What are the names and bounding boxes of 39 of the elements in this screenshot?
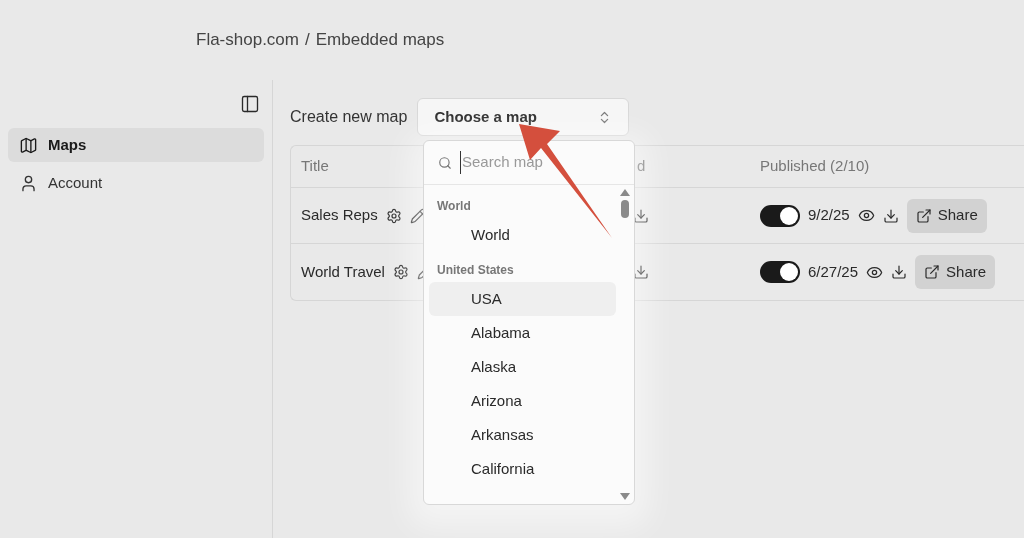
- column-header: Published (2/10): [760, 156, 870, 177]
- breadcrumb-link[interactable]: Fla-shop.com: [196, 27, 299, 53]
- pencil-icon[interactable]: [409, 207, 426, 224]
- settings-icon[interactable]: [392, 264, 409, 280]
- map-title: Sales Reps: [301, 205, 378, 226]
- group-label: World: [437, 198, 471, 215]
- create-map-label: Create new map: [290, 107, 408, 127]
- map-icon: [19, 135, 38, 155]
- sidebar-toggle-icon[interactable]: [240, 94, 260, 114]
- column-header: d: [637, 157, 646, 175]
- toggle-switch[interactable]: [760, 261, 800, 283]
- share-button[interactable]: Share: [906, 198, 987, 233]
- eye-icon[interactable]: [857, 207, 875, 224]
- sidebar-item[interactable]: Maps: [8, 128, 264, 162]
- settings-icon[interactable]: [385, 207, 402, 224]
- group-label: United States: [437, 262, 514, 279]
- map-option[interactable]: California: [429, 452, 616, 486]
- map-option[interactable]: Arkansas: [429, 418, 616, 452]
- published-date: 6/27/25: [808, 261, 859, 282]
- map-select[interactable]: Choose a map: [417, 98, 630, 136]
- breadcrumb-current: Embedded maps: [315, 29, 445, 52]
- column-header: Title: [301, 157, 329, 175]
- map-option[interactable]: World: [429, 218, 616, 252]
- external-link-icon: [924, 264, 941, 280]
- external-link-icon: [915, 207, 932, 224]
- map-option[interactable]: Alabama: [429, 316, 616, 350]
- download-icon[interactable]: [891, 264, 908, 280]
- download-icon[interactable]: [882, 207, 899, 224]
- share-button[interactable]: Share: [915, 255, 996, 289]
- search-icon: [438, 155, 452, 170]
- sidebar-item[interactable]: Account: [8, 166, 264, 200]
- map-option[interactable]: Alaska: [429, 350, 616, 384]
- map-option[interactable]: USA: [429, 282, 616, 316]
- map-option[interactable]: Arizona: [429, 384, 616, 418]
- user-icon: [19, 173, 38, 193]
- published-date: 9/2/25: [808, 205, 850, 226]
- map-title: World Travel: [301, 261, 385, 282]
- breadcrumb-separator: /: [305, 29, 310, 52]
- toggle-switch[interactable]: [760, 204, 800, 227]
